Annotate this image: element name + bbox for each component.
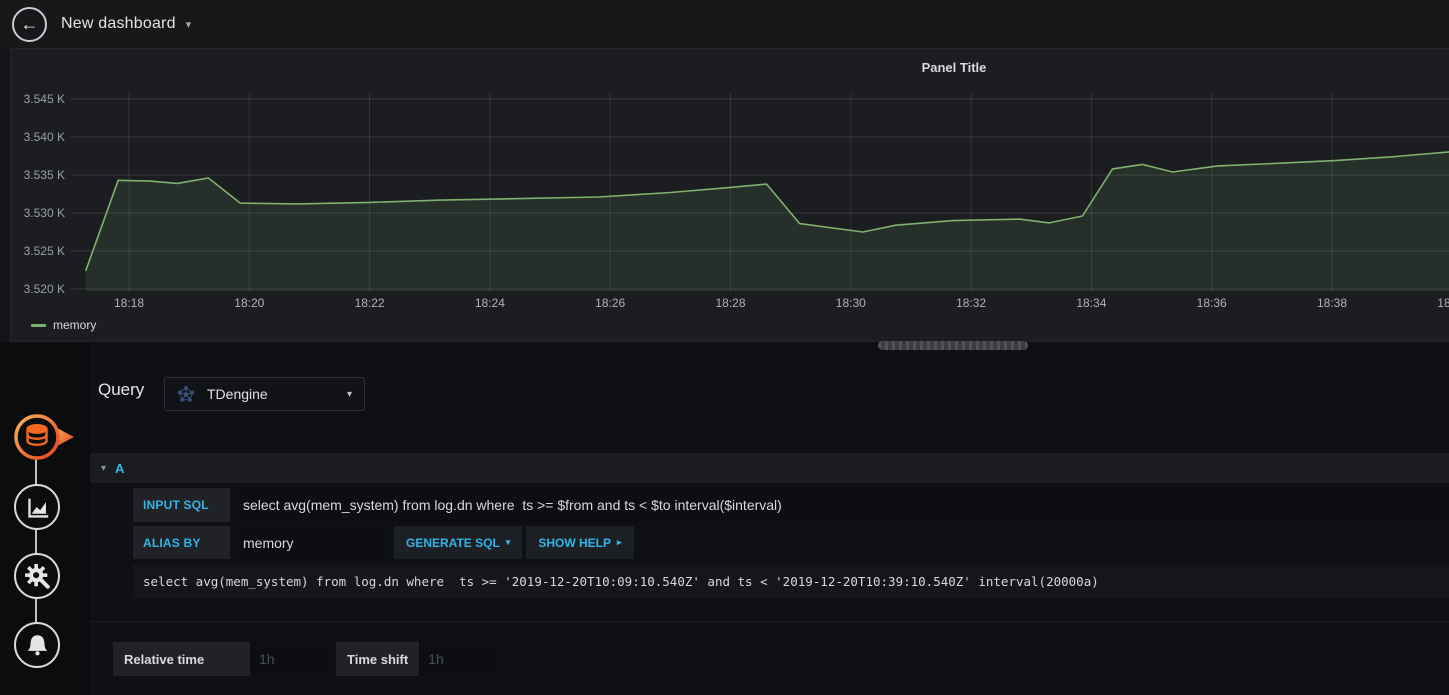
datasource-caret-icon: ▾ <box>346 388 352 400</box>
x-axis-tick-label: 18:32 <box>956 296 986 310</box>
query-ref-row[interactable]: ▾ A <box>90 453 1449 483</box>
generated-sql-preview: select avg(mem_system) from log.dn where… <box>133 565 1449 598</box>
y-axis-tick-label: 3.520 K <box>24 282 65 296</box>
tab-visualization[interactable] <box>14 484 60 530</box>
query-editor: Query TDengine ▾ ▾ A INPUT SQL ALIAS BY <box>90 362 1449 695</box>
alias-by-label: ALIAS BY <box>133 526 230 559</box>
x-axis-tick-label: 18:24 <box>475 296 505 310</box>
alias-by-field[interactable] <box>234 526 390 559</box>
y-axis-tick-label: 3.535 K <box>24 168 65 182</box>
datasource-picker[interactable]: TDengine ▾ <box>164 377 365 411</box>
time-shift-label: Time shift <box>336 642 420 676</box>
legend-item-memory[interactable]: memory <box>31 318 96 332</box>
input-sql-row: INPUT SQL <box>133 488 1449 522</box>
y-axis-tick-label: 3.545 K <box>24 92 65 106</box>
query-section-label: Query <box>98 380 145 399</box>
query-options-row: Relative time Time shift <box>113 642 500 676</box>
x-axis-tick-label: 18:30 <box>836 296 866 310</box>
x-axis-tick-label: 18:28 <box>715 296 745 310</box>
top-navbar: ← New dashboard ▾ <box>0 0 1449 48</box>
back-arrow-icon: ← <box>20 13 39 34</box>
bell-icon <box>27 634 47 655</box>
time-shift-input[interactable] <box>419 642 500 676</box>
generate-sql-caret-icon: ▾ <box>505 537 511 547</box>
relative-time-label: Relative time <box>113 642 250 676</box>
x-axis-tick-label: 18:20 <box>234 296 264 310</box>
tab-general-settings[interactable] <box>14 553 60 599</box>
dashboard-canvas: 3.545 K 3.540 K 3.535 K 3.530 K 3.525 K 3.520… <box>0 48 1449 342</box>
options-divider <box>90 621 1449 622</box>
tab-queries[interactable] <box>10 408 78 466</box>
x-axis-tick-label: 18:18 <box>114 296 144 310</box>
x-axis-tick-label: 18:34 <box>1076 296 1106 310</box>
legend-label: memory <box>53 318 97 332</box>
dashboard-title[interactable]: New dashboard <box>61 15 176 33</box>
graph-panel: 3.545 K 3.540 K 3.535 K 3.530 K 3.525 K 3.520… <box>10 48 1449 342</box>
query-ref-letter: A <box>115 460 125 476</box>
dashboard-title-caret-icon[interactable]: ▾ <box>186 18 192 31</box>
input-sql-label: INPUT SQL <box>133 488 230 522</box>
edit-section: Query TDengine ▾ ▾ A INPUT SQL ALIAS BY <box>0 341 1449 695</box>
time-series-chart[interactable]: 3.545 K 3.540 K 3.535 K 3.530 K 3.525 K 3.520… <box>11 49 1449 342</box>
show-help-button[interactable]: SHOW HELP ▸ <box>526 526 634 559</box>
y-axis-tick-label: 3.530 K <box>24 206 65 220</box>
tab-alert[interactable] <box>14 622 60 668</box>
alias-by-row: ALIAS BY GENERATE SQL ▾ SHOW HELP ▸ <box>133 526 634 559</box>
panel-resize-handle[interactable] <box>878 341 1028 350</box>
x-axis-tick-label: 18:40 <box>1437 296 1449 310</box>
x-axis-tick-label: 18:26 <box>595 296 625 310</box>
y-axis-tick-label: 3.525 K <box>24 244 65 258</box>
x-axis-tick-label: 18:22 <box>355 296 385 310</box>
collapse-caret-icon[interactable]: ▾ <box>101 463 106 474</box>
x-axis-tick-label: 18:38 <box>1317 296 1347 310</box>
back-button[interactable]: ← <box>12 6 47 42</box>
panel-title[interactable]: Panel Title <box>11 60 1449 75</box>
gear-wrench-icon <box>24 563 50 589</box>
series-area-fill <box>85 151 1449 291</box>
legend-color-marker <box>31 323 46 327</box>
chart-icon <box>27 498 48 518</box>
relative-time-input[interactable] <box>250 642 328 676</box>
x-axis-tick-label: 18:36 <box>1197 296 1227 310</box>
generate-sql-button[interactable]: GENERATE SQL ▾ <box>394 526 523 559</box>
tdengine-logo-icon <box>177 385 195 402</box>
input-sql-field[interactable] <box>234 488 1449 522</box>
show-help-caret-icon: ▸ <box>617 537 622 547</box>
datasource-name: TDengine <box>207 386 268 402</box>
y-axis-tick-label: 3.540 K <box>24 130 65 144</box>
tab-connector-line <box>35 437 37 645</box>
edit-tab-strip <box>0 342 90 695</box>
